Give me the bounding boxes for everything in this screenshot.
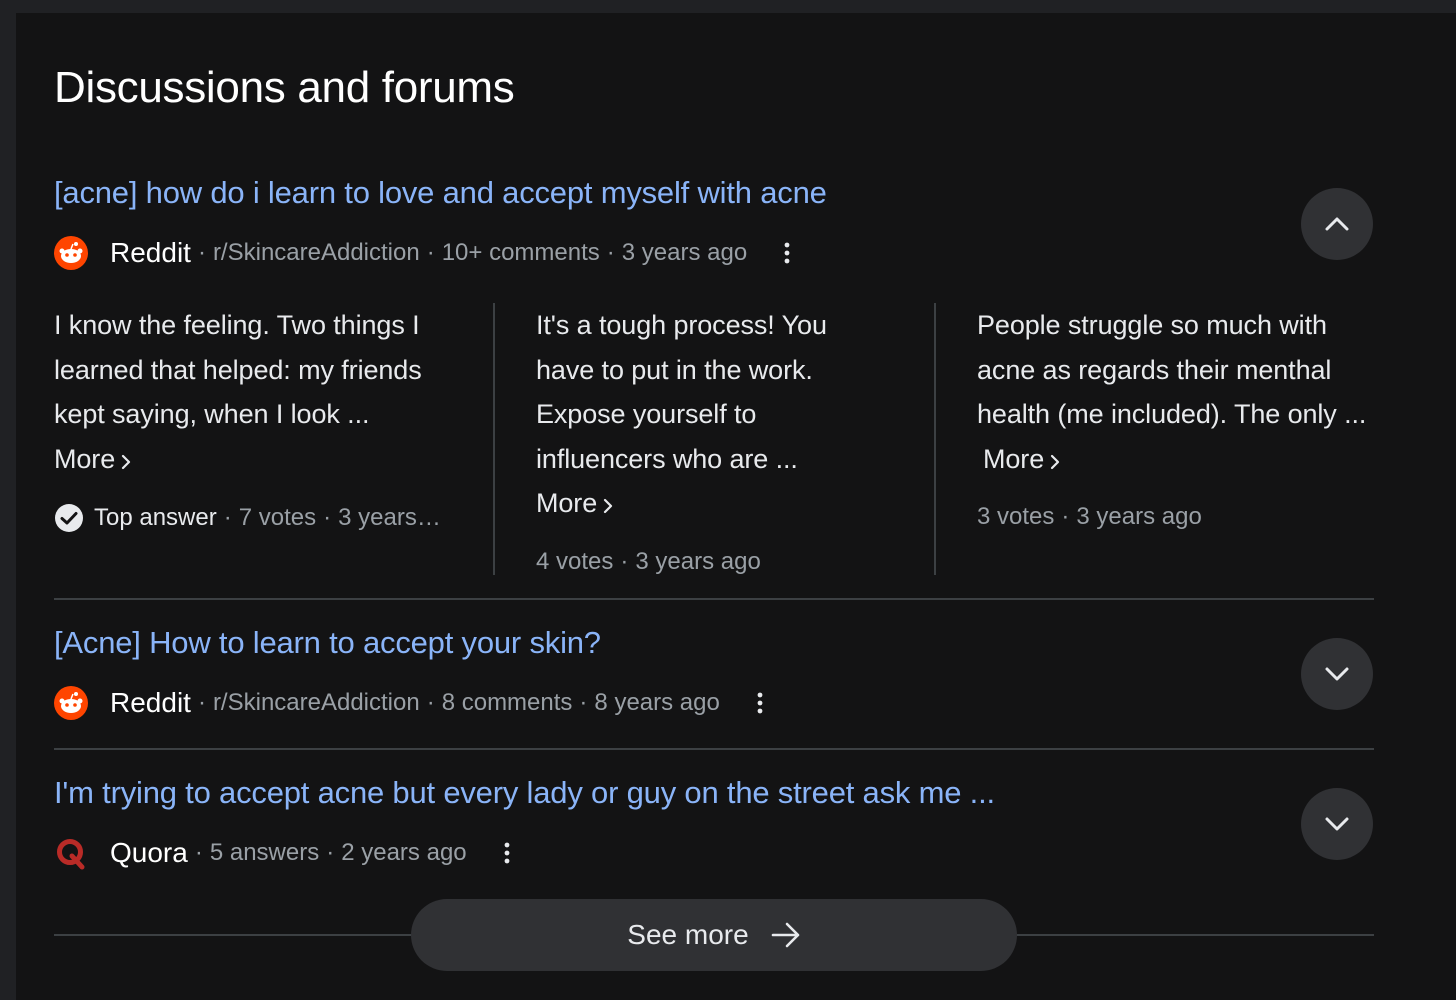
result-divider xyxy=(54,598,1374,600)
discussions-panel: Discussions and forums [acne] how do i l… xyxy=(16,13,1456,1000)
chevron-right-icon xyxy=(1051,454,1060,469)
column-divider xyxy=(493,303,495,575)
comment-count: 8 comments xyxy=(441,689,573,716)
answer-card[interactable]: It's a tough process! You have to put in… xyxy=(536,303,866,576)
chevron-down-icon xyxy=(1325,817,1349,831)
post-age: 8 years ago xyxy=(594,689,720,716)
post-age: 3 years ago xyxy=(621,239,748,266)
post-age: 2 years ago xyxy=(341,839,467,866)
answer-snippet: I know the feeling. Two things I learned… xyxy=(54,310,422,429)
more-link[interactable]: More xyxy=(983,444,1060,474)
chevron-right-icon xyxy=(122,454,131,469)
answer-snippet: It's a tough process! You have to put in… xyxy=(536,310,827,474)
answer-age: 3 years ago xyxy=(635,547,761,575)
result-divider xyxy=(54,748,1374,750)
answer-age: 3 years ago xyxy=(1076,503,1202,530)
column-divider xyxy=(934,303,936,575)
more-vert-icon[interactable] xyxy=(489,835,525,871)
answer-age: 3 years… xyxy=(338,504,441,531)
collapse-button[interactable] xyxy=(1301,188,1373,260)
section-title: Discussions and forums xyxy=(54,63,515,112)
reddit-logo-icon xyxy=(54,236,88,270)
result-meta: Quora · 5 answers · 2 years ago xyxy=(54,835,525,871)
comment-count: 10+ comments xyxy=(441,239,600,266)
chevron-up-icon xyxy=(1325,217,1349,231)
answer-card[interactable]: I know the feeling. Two things I learned… xyxy=(54,303,474,533)
answer-count: 5 answers xyxy=(209,839,320,866)
answer-card[interactable]: People struggle so much with acne as reg… xyxy=(977,303,1377,531)
expand-button[interactable] xyxy=(1301,788,1373,860)
see-more-button[interactable]: See more xyxy=(411,899,1017,971)
reddit-logo-icon xyxy=(54,686,88,720)
result-title-link[interactable]: [acne] how do i learn to love and accept… xyxy=(54,173,1374,213)
expand-button[interactable] xyxy=(1301,638,1373,710)
result-title-link[interactable]: [Acne] How to learn to accept your skin? xyxy=(54,623,1374,663)
source-name: Reddit xyxy=(110,687,191,718)
discussion-result: [acne] how do i learn to love and accept… xyxy=(54,173,1374,575)
arrow-right-icon xyxy=(771,922,800,948)
subreddit: r/SkincareAddiction xyxy=(212,239,420,266)
check-circle-icon xyxy=(55,504,83,532)
result-title-link[interactable]: I'm trying to accept acne but every lady… xyxy=(54,773,1374,813)
discussion-result: I'm trying to accept acne but every lady… xyxy=(54,773,1374,870)
answer-snippet: People struggle so much with acne as reg… xyxy=(977,310,1367,429)
more-link[interactable]: More xyxy=(54,444,131,474)
more-link[interactable]: More xyxy=(536,488,613,518)
more-vert-icon[interactable] xyxy=(742,685,778,721)
result-meta: Reddit · r/SkincareAddiction · 8 comment… xyxy=(54,685,778,721)
see-more-label: See more xyxy=(627,919,749,950)
more-vert-icon[interactable] xyxy=(769,235,805,271)
answer-meta: 4 votes · 3 years ago xyxy=(536,547,761,575)
chevron-down-icon xyxy=(1325,667,1349,681)
vote-count: 4 votes xyxy=(536,547,614,575)
vote-count: 7 votes xyxy=(238,504,317,531)
vote-count: 3 votes xyxy=(977,503,1055,530)
discussion-result: [Acne] How to learn to accept your skin?… xyxy=(54,623,1374,720)
chevron-right-icon xyxy=(604,498,613,514)
result-meta: Reddit · r/SkincareAddiction · 10+ comme… xyxy=(54,235,805,271)
subreddit: r/SkincareAddiction xyxy=(212,689,420,716)
source-name: Quora xyxy=(110,837,188,868)
answer-meta: 3 votes · 3 years ago xyxy=(977,503,1202,530)
quora-logo-icon xyxy=(54,836,88,870)
top-answer-badge: Top answer xyxy=(94,504,217,531)
answer-meta: Top answer · 7 votes · 3 years… xyxy=(54,503,474,533)
source-name: Reddit xyxy=(110,237,191,268)
answer-carousel: I know the feeling. Two things I learned… xyxy=(54,303,1374,575)
